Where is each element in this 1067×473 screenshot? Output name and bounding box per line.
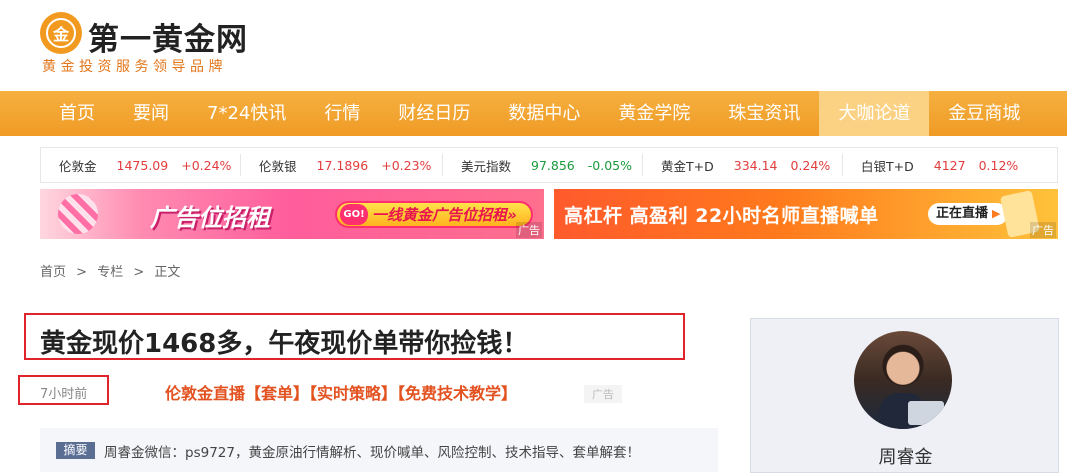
ticker-change: +0.24% (181, 157, 232, 173)
article-summary: 摘要 周睿金微信：ps9727，黄金原油行情解析、现价喊单、风险控制、技术指导、… (40, 428, 718, 472)
article-title: 黄金现价1468多，午夜现价单带你捡钱！ (40, 329, 529, 359)
ticker-price: 97.856 (531, 157, 575, 173)
nav-item[interactable]: 首页 (40, 91, 114, 136)
ticker-item[interactable]: 黄金T+D 334.14 0.24% (643, 154, 843, 176)
breadcrumb: 首页 > 专栏 > 正文 (40, 261, 186, 280)
ad-cta-pill[interactable]: GO! 一线黄金广告位招租» (335, 201, 533, 228)
ticker-name: 伦敦金 (59, 158, 97, 174)
ticker-change: 0.12% (978, 157, 1019, 173)
ad-label: 广告 (516, 222, 542, 238)
nav-item[interactable]: 金豆商城 (929, 91, 1039, 136)
ticker-price: 1475.09 (116, 157, 169, 173)
article-time: 7小时前 (40, 387, 88, 402)
ticker-change: 0.24% (790, 157, 831, 173)
article-time-highlight: 7小时前 (18, 375, 109, 405)
ticker-name: 美元指数 (461, 158, 512, 174)
ad-banner-right[interactable]: 高杠杆 高盈利 22小时名师直播喊单 正在直播 广告 (554, 189, 1058, 239)
promo-ad-label: 广告 (584, 385, 622, 403)
ticker-change: +0.23% (381, 157, 432, 173)
ad-label: 广告 (1030, 222, 1056, 238)
ad-cta-text: 一线黄金广告位招租» (372, 206, 517, 224)
summary-text: 周睿金微信：ps9727，黄金原油行情解析、现价喊单、风险控制、技术指导、套单解… (104, 445, 640, 461)
nav-item[interactable]: 7*24快讯 (188, 91, 305, 136)
site-slogan: 黄金投资服务领导品牌 (42, 59, 227, 75)
live-now-button[interactable]: 正在直播 (928, 203, 1009, 225)
author-name[interactable]: 周睿金 (751, 443, 1060, 469)
author-card[interactable]: 周睿金 (750, 318, 1059, 473)
nav-item[interactable]: 珠宝资讯 (709, 91, 819, 136)
ticker-price: 17.1896 (316, 157, 369, 173)
breadcrumb-separator: > (76, 265, 88, 280)
avatar[interactable] (854, 331, 952, 429)
ticker-price: 334.14 (733, 157, 778, 173)
ticker-item[interactable]: 伦敦银 17.1896 +0.23% (241, 154, 443, 176)
striped-ball-decoration-icon (58, 194, 98, 234)
breadcrumb-separator: > (133, 265, 145, 280)
live-ad-text: 高杠杆 高盈利 22小时名师直播喊单 (564, 205, 879, 227)
nav-item[interactable]: 财经日历 (379, 91, 489, 136)
ticker-price: 4127 (933, 157, 966, 173)
summary-tag: 摘要 (56, 442, 95, 459)
promo-link[interactable]: 伦敦金直播【套单】【实时策略】【免费技术教学】 (165, 380, 517, 404)
breadcrumb-home[interactable]: 首页 (40, 265, 66, 280)
ticker-name: 黄金T+D (661, 158, 714, 174)
gold-coin-logo-icon: 金 (40, 12, 82, 54)
avatar-laptop (908, 401, 944, 425)
ticker-item[interactable]: 伦敦金 1475.09 +0.24% (41, 154, 241, 176)
ticker-name: 白银T+D (861, 158, 914, 174)
nav-item[interactable]: 黄金学院 (599, 91, 709, 136)
site-logo[interactable]: 金 第一黄金网 黄金投资服务领导品牌 (40, 12, 260, 76)
ticker-item[interactable]: 白银T+D 4127 0.12% (843, 154, 1057, 176)
go-badge: GO! (340, 204, 368, 225)
ad-banner-left[interactable]: 广告位招租 GO! 一线黄金广告位招租» 广告 (40, 189, 544, 239)
nav-item[interactable]: 要闻 (114, 91, 188, 136)
breadcrumb-column[interactable]: 专栏 (97, 265, 123, 280)
ad-banner-title: 广告位招租 (150, 204, 270, 232)
ticker-change: -0.05% (587, 157, 632, 173)
main-nav: 首页 要闻 7*24快讯 行情 财经日历 数据中心 黄金学院 珠宝资讯 大咖论道 金豆商城 (0, 91, 1067, 136)
breadcrumb-current: 正文 (154, 265, 181, 280)
article-title-highlight: 黄金现价1468多，午夜现价单带你捡钱！ (24, 313, 685, 360)
nav-item[interactable]: 大咖论道 (819, 91, 930, 136)
site-name: 第一黄金网 (88, 22, 248, 58)
ticker-item[interactable]: 美元指数 97.856 -0.05% (443, 154, 643, 176)
market-ticker: 伦敦金 1475.09 +0.24% 伦敦银 17.1896 +0.23% 美元指数 97.8… (40, 147, 1058, 183)
nav-item[interactable]: 行情 (305, 91, 379, 136)
nav-item[interactable]: 数据中心 (489, 91, 599, 136)
ticker-name: 伦敦银 (259, 158, 297, 174)
